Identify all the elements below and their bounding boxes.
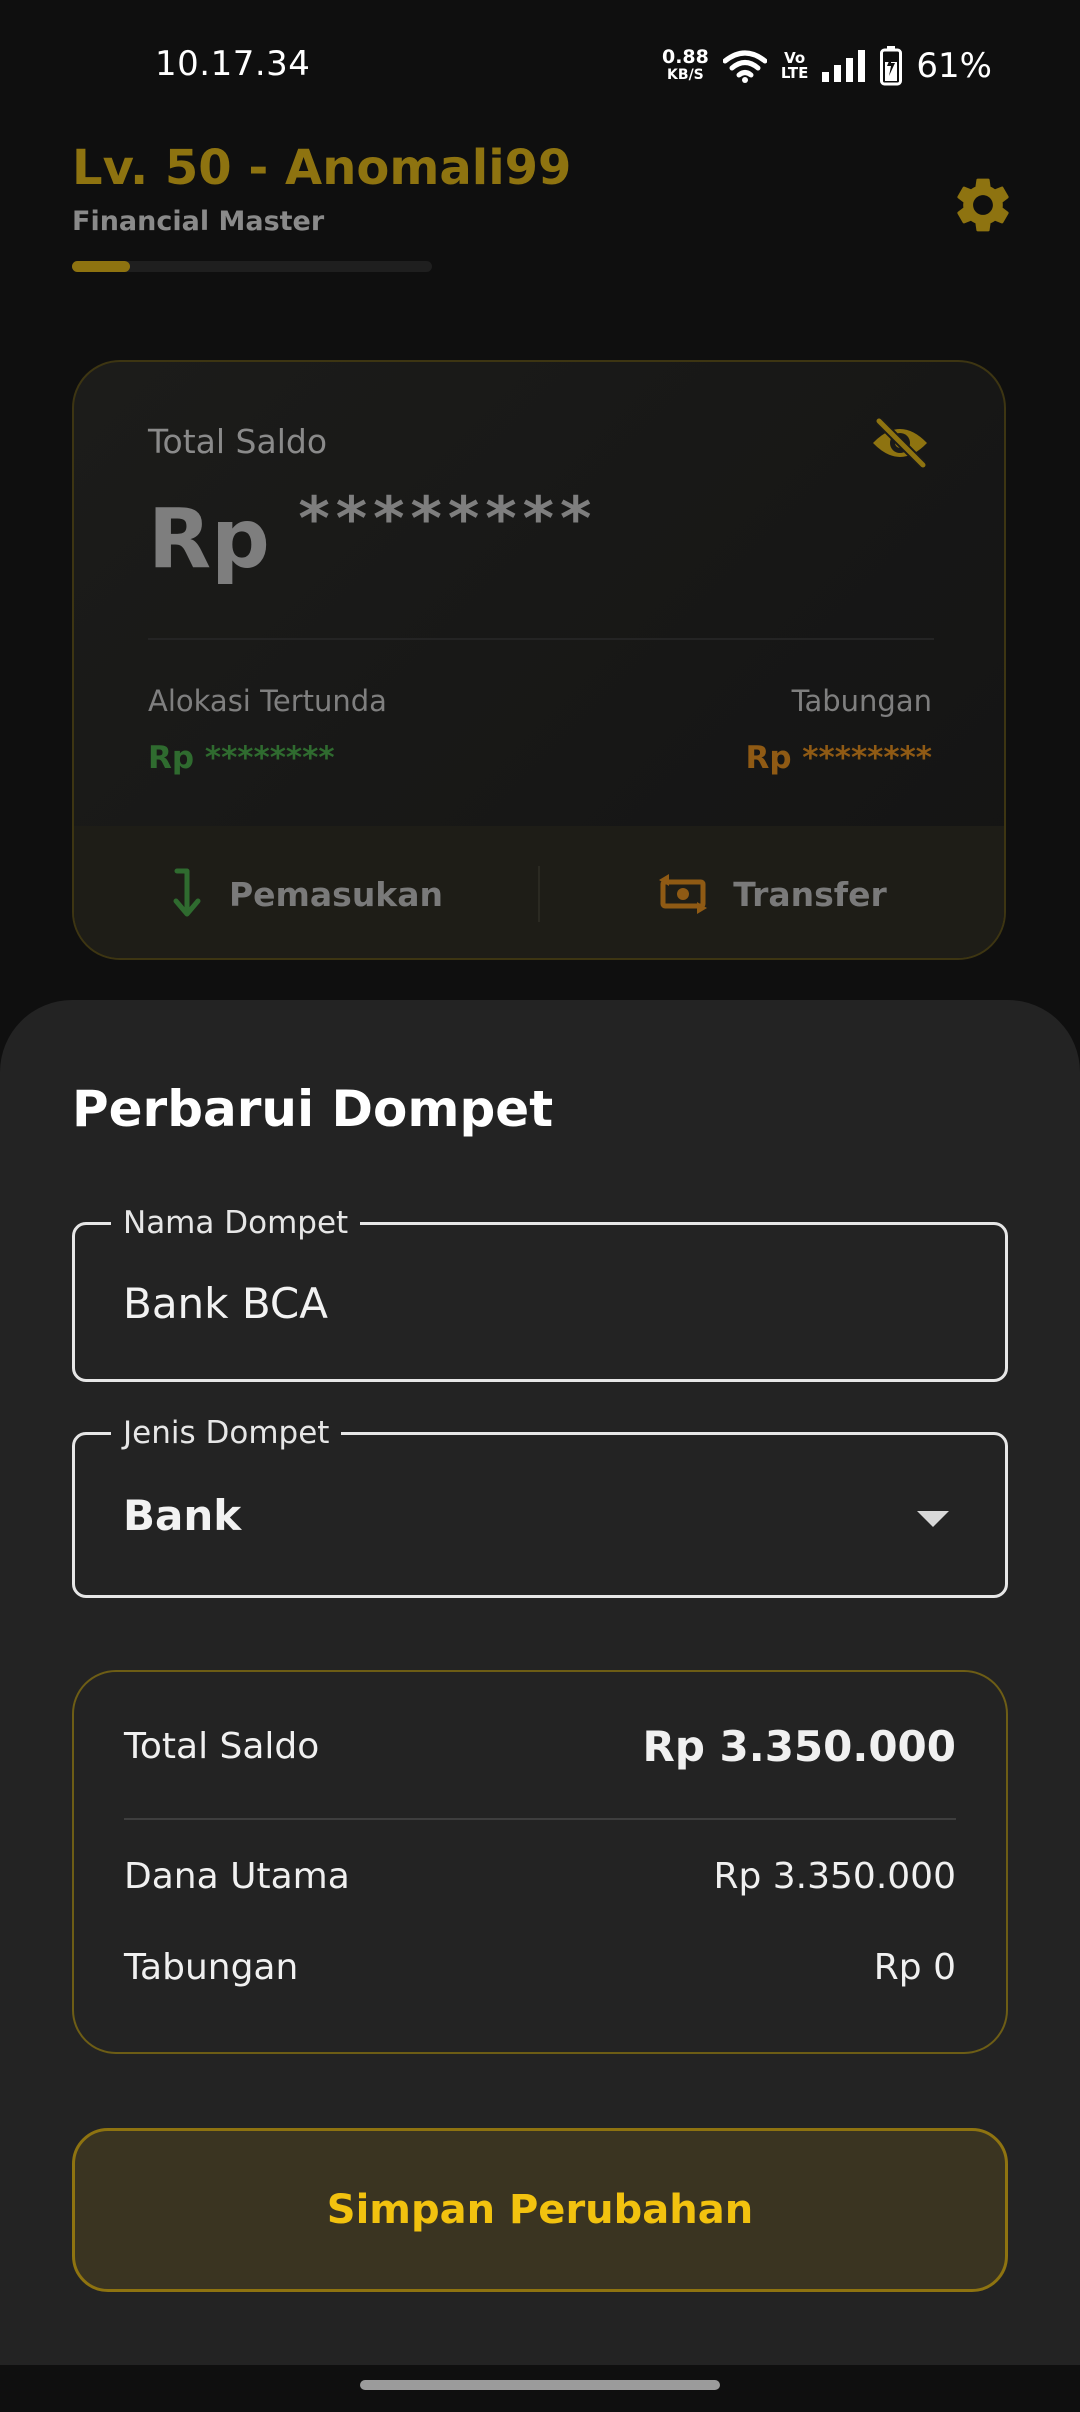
save-changes-button[interactable]: Simpan Perubahan [72,2128,1008,2292]
summary-total-label: Total Saldo [124,1726,320,1767]
wallet-type-label: Jenis Dompet [111,1413,342,1453]
signal-icon [822,50,866,82]
savings-label: Tabungan [791,684,932,718]
income-button[interactable]: Pemasukan [74,868,538,920]
summary-total-row: Total Saldo Rp 3.350.000 [124,1722,956,1771]
battery-percent: 61% [916,46,992,86]
transfer-label: Transfer [733,874,887,914]
wallet-type-select[interactable]: Jenis Dompet Bank [72,1413,1008,1598]
pending-allocation-value: Rp ******** [148,740,335,776]
network-speed-unit: KB/S [667,67,704,83]
savings-value: Rp ******** [745,740,932,776]
wallet-name-label: Nama Dompet [111,1203,361,1243]
volte-bottom: LTE [780,64,809,82]
money-exchange-icon [659,874,708,914]
hidden-balance: ******** [298,484,598,554]
total-balance-value: Rp ******** [148,484,597,587]
eye-off-icon[interactable] [869,417,931,469]
sheet-title: Perbarui Dompet [72,1080,554,1138]
income-label: Pemasukan [228,874,444,914]
main-fund-label: Dana Utama [124,1856,350,1897]
currency-label: Rp [148,492,270,587]
total-balance-label: Total Saldo [148,422,328,461]
battery-icon [880,46,903,86]
wallet-type-value: Bank [123,1491,242,1540]
status-icons: 0.88 KB/S Vo LTE 61% [662,46,992,86]
summary-main-fund-row: Dana Utama Rp 3.350.000 [124,1856,956,1897]
pending-allocation-label: Alokasi Tertunda [148,684,387,718]
network-speed-value: 0.88 [661,46,709,68]
summary-savings-row: Tabungan Rp 0 [124,1947,956,1988]
transfer-button[interactable]: Transfer [540,872,1004,916]
summary-divider [124,1818,956,1820]
wallet-summary: Total Saldo Rp 3.350.000 Dana Utama Rp 3… [72,1670,1008,2054]
xp-progress-bar [72,261,432,272]
wallet-name-field[interactable]: Nama Dompet [72,1203,1008,1382]
level-title: Lv. 50 - Anomali99 [72,140,572,196]
balance-card: Total Saldo Rp ******** Alokasi Tertunda… [72,360,1006,960]
arrow-down-icon [173,868,201,917]
card-divider [148,638,934,640]
home-indicator[interactable] [360,2380,720,2390]
xp-progress-fill [72,261,130,272]
summary-savings-value: Rp 0 [873,1947,956,1988]
edit-wallet-sheet: Perbarui Dompet Nama Dompet Jenis Dompet… [0,1000,1080,2365]
main-fund-value: Rp 3.350.000 [713,1856,956,1897]
wallet-name-input[interactable] [123,1279,903,1328]
card-actions: Pemasukan Transfer [74,826,1004,958]
summary-total-value: Rp 3.350.000 [642,1722,956,1771]
wifi-icon [722,50,767,83]
rank-label: Financial Master [72,206,325,237]
volte-icon: Vo LTE [781,51,809,81]
network-speed: 0.88 KB/S [662,48,709,84]
chevron-down-icon [917,1511,949,1527]
gear-icon[interactable] [950,172,1016,238]
status-time: 10.17.34 [155,44,311,84]
summary-savings-label: Tabungan [124,1947,299,1988]
